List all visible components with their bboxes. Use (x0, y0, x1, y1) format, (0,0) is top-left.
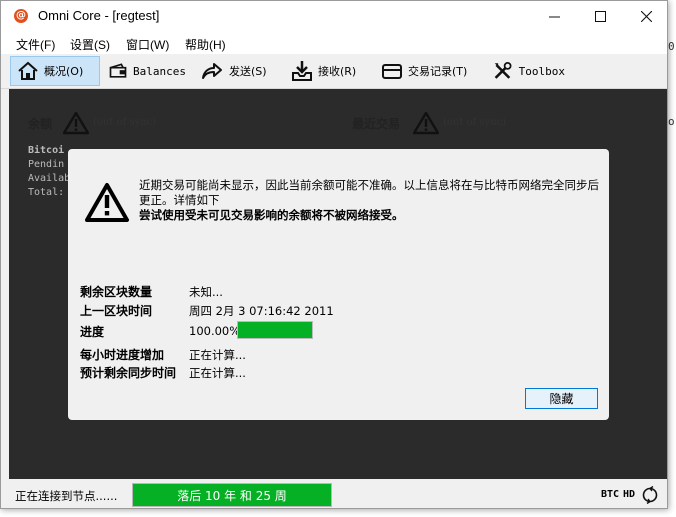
menu-bar: 文件(F) 设置(S) 窗口(W) 帮助(H) (1, 32, 667, 54)
sync-warning-panel: 近期交易可能尚未显示，因此当前余额可能不准确。以上信息将在与比特币网络完全同步后… (68, 149, 609, 420)
menu-help[interactable]: 帮助(H) (185, 36, 226, 53)
tab-overview-label: 概况(O) (44, 65, 84, 78)
progress-label: 进度 (80, 325, 105, 339)
tab-send[interactable]: 发送(S) (194, 56, 278, 86)
hd-label: HD (623, 489, 636, 500)
tab-toolbox[interactable]: Toolbox (487, 56, 571, 86)
tab-toolbox-label: Toolbox (518, 64, 565, 78)
warning-icon[interactable] (413, 111, 439, 135)
tab-transactions-label: 交易记录(T) (408, 65, 468, 78)
omni-logo-icon: @ (14, 9, 28, 23)
tab-balances-label: Balances (133, 64, 186, 78)
close-button[interactable] (623, 1, 667, 32)
sync-status-label: 落后 10 年 和 25 周 (177, 488, 287, 503)
last-block-time-label: 上一区块时间 (80, 304, 153, 318)
background-terminal-text: 0 (668, 40, 675, 53)
syncing-icon (642, 486, 658, 504)
balance-row-total: Total: (28, 187, 65, 198)
menu-settings[interactable]: 设置(S) (70, 36, 110, 53)
sync-warning-text: 近期交易可能尚未显示，因此当前余额可能不准确。以上信息将在与比特币网络完全同步后… (139, 178, 601, 223)
card-icon (382, 64, 402, 79)
last-block-time-value: 周四 2月 3 07:16:42 2011 (189, 304, 334, 318)
connecting-status: 正在连接到节点...... (15, 489, 118, 503)
blocks-remaining-label: 剩余区块数量 (80, 285, 153, 299)
blocks-remaining-value: 未知... (189, 285, 223, 299)
tools-icon (494, 61, 512, 79)
balance-sync-note: (out of sync) (93, 117, 157, 128)
status-bar: 正在连接到节点...... 落后 10 年 和 25 周 BTC HD (1, 479, 667, 508)
balance-title: 余额 (28, 117, 53, 131)
warning-icon (85, 183, 129, 222)
tab-transactions[interactable]: 交易记录(T) (375, 56, 483, 86)
sync-warning-line: 近期交易可能尚未显示，因此当前余额可能不准确。以上信息将在与比特币网络完全同步后… (139, 178, 599, 207)
menu-window[interactable]: 窗口(W) (126, 36, 169, 53)
tab-receive-label: 接收(R) (318, 65, 357, 78)
maximize-icon (594, 11, 606, 22)
sync-progress-fill (238, 322, 312, 338)
toolbar: 概况(O) Balances 发送(S) 接收(R) 交易记录(T) Toolb… (1, 54, 667, 89)
minimize-button[interactable] (531, 1, 577, 32)
receive-tray-icon (292, 61, 312, 81)
progress-per-hour-value: 正在计算... (189, 348, 246, 362)
balance-row-pending: Pendin (28, 159, 65, 170)
recent-sync-note: (out of sync) (443, 117, 507, 128)
balance-row-available: Availab (28, 173, 71, 184)
sync-progress-bar (237, 321, 313, 339)
window-title: Omni Core - [regtest] (38, 8, 160, 23)
unit-label[interactable]: BTC (601, 489, 619, 500)
hide-button[interactable]: 隐藏 (525, 388, 598, 409)
tab-send-label: 发送(S) (229, 65, 267, 78)
title-bar[interactable]: @ Omni Core - [regtest] (1, 1, 667, 32)
estimated-time-value: 正在计算... (189, 366, 246, 380)
sync-status-bar[interactable]: 落后 10 年 和 25 周 (132, 483, 332, 507)
warning-icon[interactable] (63, 111, 89, 135)
home-icon (18, 61, 38, 80)
send-arrow-icon (202, 63, 222, 79)
recent-transactions-title: 最近交易 (352, 117, 401, 131)
progress-value: 100.00% (189, 324, 241, 338)
sync-warning-bold-line: 尝试使用受未可见交易影响的余额将不被网络接受。 (139, 208, 404, 222)
close-icon (640, 11, 652, 22)
maximize-button[interactable] (577, 1, 623, 32)
app-window: @ Omni Core - [regtest] 文件(F) 设置(S) 窗口(W… (0, 0, 668, 509)
tab-balances[interactable]: Balances (102, 56, 192, 86)
tab-overview[interactable]: 概况(O) (10, 56, 100, 86)
wallet-icon (109, 63, 127, 78)
tab-receive[interactable]: 接收(R) (285, 56, 369, 86)
menu-file[interactable]: 文件(F) (16, 36, 55, 53)
background-terminal-text: o (668, 115, 675, 128)
estimated-time-label: 预计剩余同步时间 (80, 366, 177, 380)
progress-per-hour-label: 每小时进度增加 (80, 348, 165, 362)
minimize-icon (548, 16, 560, 18)
balance-row-bitcoin: Bitcoi (28, 145, 65, 156)
